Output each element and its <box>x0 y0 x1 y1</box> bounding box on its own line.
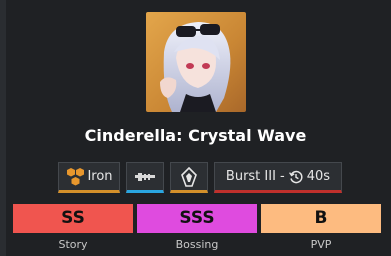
rifle-icon <box>135 172 155 181</box>
cooldown-clock-icon <box>288 170 303 183</box>
rating-story: SS Story <box>13 204 133 251</box>
burst-tag[interactable]: Burst III - 40s <box>214 162 342 193</box>
character-portrait-image <box>146 12 246 112</box>
iron-hexagons-icon <box>67 167 85 185</box>
class-tag[interactable] <box>170 162 208 193</box>
rating-bossing-label: Bossing <box>175 238 219 251</box>
tier-ratings: SS Story SSS Bossing B PVP <box>13 204 381 251</box>
character-tags: Iron Burst III - 40s <box>58 162 342 193</box>
rating-story-tier: SS <box>13 204 133 233</box>
rating-pvp-label: PVP <box>310 238 332 251</box>
character-name: Cinderella: Crystal Wave <box>84 126 307 145</box>
rating-story-label: Story <box>58 238 88 251</box>
burst-label: Burst III - <box>225 169 285 184</box>
rating-bossing-tier: SSS <box>137 204 257 233</box>
rating-bossing: SSS Bossing <box>137 204 257 251</box>
rating-pvp: B PVP <box>261 204 381 251</box>
character-portrait[interactable] <box>146 12 246 112</box>
weapon-tag[interactable] <box>126 162 164 193</box>
burst-cooldown: 40s <box>306 169 331 184</box>
element-tag[interactable]: Iron <box>58 162 120 193</box>
attacker-class-icon <box>181 166 197 187</box>
element-label: Iron <box>87 169 113 184</box>
rating-pvp-tier: B <box>261 204 381 233</box>
